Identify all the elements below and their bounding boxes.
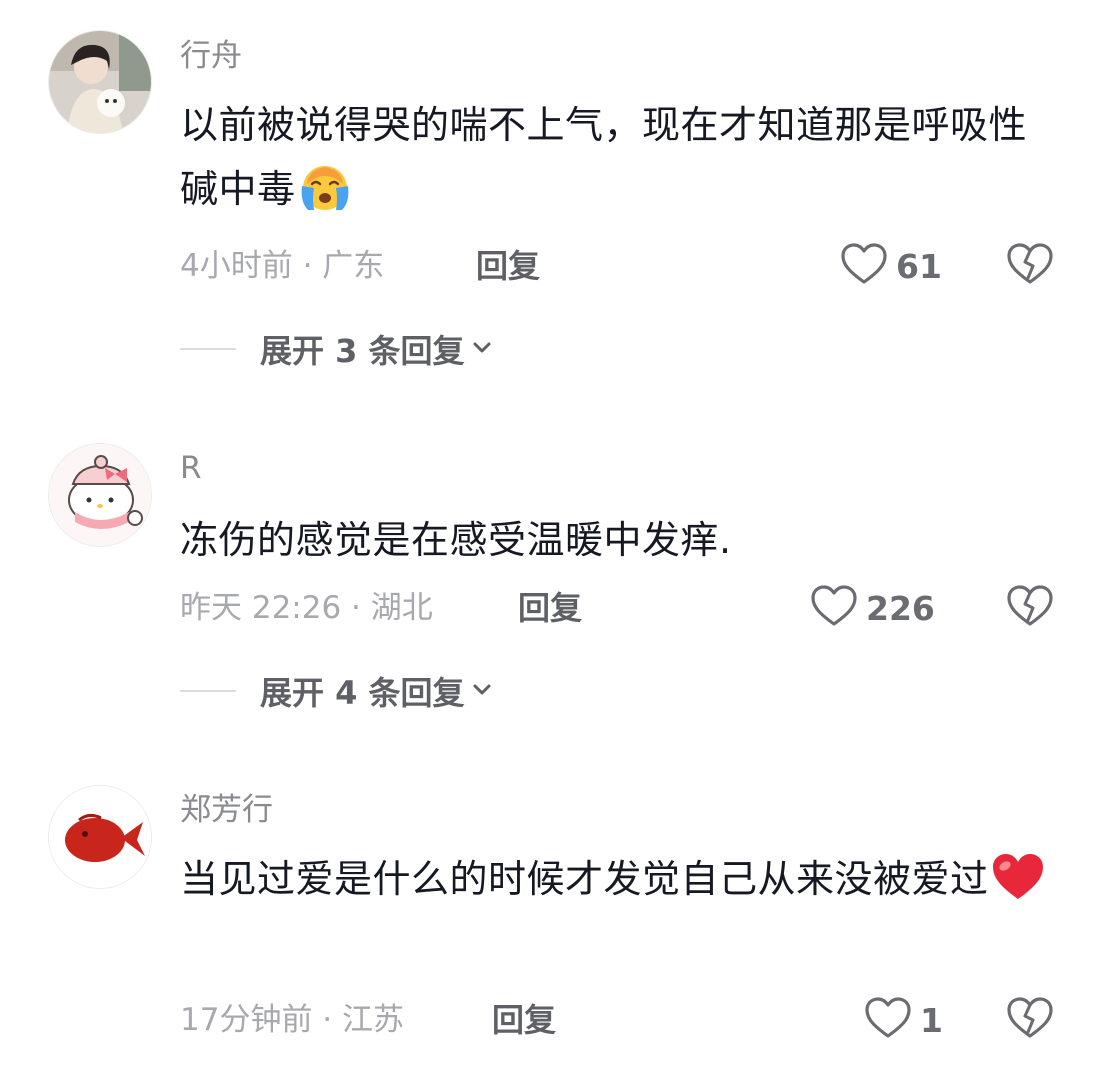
like-button[interactable]: 226 xyxy=(810,584,935,632)
dislike-button[interactable] xyxy=(1006,242,1054,290)
broken-heart-icon xyxy=(1006,243,1054,290)
broken-heart-icon xyxy=(1006,997,1054,1044)
like-count: 226 xyxy=(866,588,935,628)
comment-text-content: 冻伤的感觉是在感受温暖中发痒. xyxy=(180,518,732,562)
like-button[interactable]: 1 xyxy=(864,996,943,1044)
avatar[interactable] xyxy=(48,443,152,547)
avatar[interactable] xyxy=(48,785,152,889)
chevron-down-icon xyxy=(471,678,493,704)
heart-outline-icon xyxy=(864,996,912,1044)
comment-text: 冻伤的感觉是在感受温暖中发痒. xyxy=(180,508,1060,572)
comment-meta: 4小时前 · 广东 xyxy=(180,248,385,284)
reply-button[interactable]: 回复 xyxy=(476,246,540,286)
comment-text: 当见过爱是什么的时候才发觉自己从来没被爱过 xyxy=(180,847,1060,921)
like-count: 61 xyxy=(896,246,942,286)
expand-replies-label: 展开 4 条回复 xyxy=(260,674,465,712)
reply-button[interactable]: 回复 xyxy=(518,588,582,628)
divider xyxy=(180,348,236,350)
dislike-button[interactable] xyxy=(1006,584,1054,632)
heart-outline-icon xyxy=(810,584,858,632)
username[interactable]: 行舟 xyxy=(180,36,242,76)
chevron-down-icon xyxy=(471,336,493,362)
comment-text: 以前被说得哭的喘不上气，现在才知道那是呼吸性碱中毒 xyxy=(180,93,1060,231)
expand-replies-button[interactable]: 展开 4 条回复 xyxy=(180,668,493,714)
comment-meta: 17分钟前 · 江苏 xyxy=(180,1002,405,1038)
heart-outline-icon xyxy=(840,242,888,290)
divider xyxy=(180,690,236,692)
username[interactable]: R xyxy=(180,448,202,488)
comment-text-content: 当见过爱是什么的时候才发觉自己从来没被爱过 xyxy=(180,857,989,901)
broken-heart-icon xyxy=(1006,585,1054,632)
like-button[interactable]: 61 xyxy=(840,242,942,290)
reply-button[interactable]: 回复 xyxy=(492,1000,556,1040)
username[interactable]: 郑芳行 xyxy=(180,790,273,830)
expand-replies-label: 展开 3 条回复 xyxy=(260,332,465,370)
dislike-button[interactable] xyxy=(1006,996,1054,1044)
expand-replies-button[interactable]: 展开 3 条回复 xyxy=(180,326,493,372)
crying-face-icon xyxy=(298,162,352,231)
like-count: 1 xyxy=(920,1000,943,1040)
avatar[interactable] xyxy=(48,30,152,134)
red-heart-icon xyxy=(991,852,1045,921)
comment-meta: 昨天 22:26 · 湖北 xyxy=(180,590,433,626)
